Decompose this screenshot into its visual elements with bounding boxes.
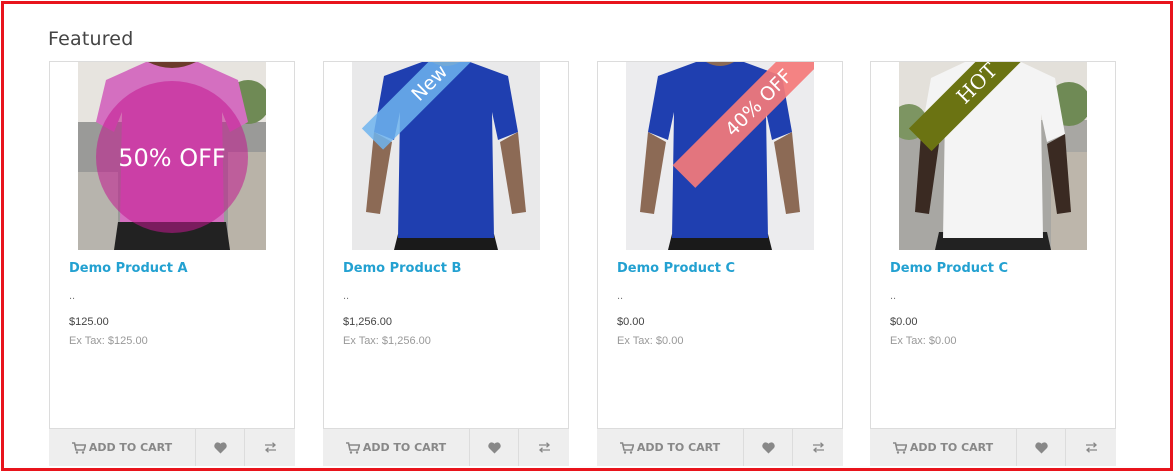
featured-module: Featured 50% OFF Demo Product A .. $125.… <box>1 1 1173 471</box>
product-price: $1,256.00 <box>343 316 392 328</box>
product-description: .. <box>890 290 897 302</box>
add-to-cart-button[interactable]: ADD TO CART <box>597 429 744 466</box>
section-title: Featured <box>48 28 134 50</box>
add-to-cart-button[interactable]: ADD TO CART <box>323 429 470 466</box>
product-tax: Ex Tax: $125.00 <box>69 335 148 347</box>
cart-icon <box>71 441 86 454</box>
product-card: 40% OFF Demo Product C .. $0.00 Ex Tax: … <box>597 61 843 466</box>
heart-icon <box>1034 441 1048 454</box>
product-price: $0.00 <box>890 316 918 328</box>
product-actions: ADD TO CART <box>49 428 295 466</box>
add-to-cart-label: ADD TO CART <box>636 441 721 454</box>
wishlist-button[interactable] <box>744 429 793 466</box>
product-name-link[interactable]: Demo Product A <box>69 261 188 276</box>
compare-icon <box>812 442 825 453</box>
compare-icon <box>1085 442 1098 453</box>
product-actions: ADD TO CART <box>323 428 569 466</box>
product-photo: New <box>352 62 540 250</box>
product-tax: Ex Tax: $0.00 <box>617 335 684 347</box>
product-card: 50% OFF Demo Product A .. $125.00 Ex Tax… <box>49 61 295 466</box>
product-price: $0.00 <box>617 316 645 328</box>
product-name-link[interactable]: Demo Product C <box>617 261 735 276</box>
product-actions: ADD TO CART <box>597 428 843 466</box>
heart-icon <box>761 441 775 454</box>
wishlist-button[interactable] <box>196 429 245 466</box>
heart-icon <box>487 441 501 454</box>
product-image[interactable]: 40% OFF <box>626 62 814 250</box>
compare-button[interactable] <box>245 429 295 466</box>
product-card: New Demo Product B .. $1,256.00 Ex Tax: … <box>323 61 569 466</box>
cart-icon <box>619 441 634 454</box>
product-description: .. <box>617 290 624 302</box>
product-price: $125.00 <box>69 316 109 328</box>
product-photo: 40% OFF <box>626 62 814 250</box>
product-tax: Ex Tax: $1,256.00 <box>343 335 431 347</box>
product-description: .. <box>69 290 76 302</box>
add-to-cart-button[interactable]: ADD TO CART <box>49 429 196 466</box>
wishlist-button[interactable] <box>1017 429 1066 466</box>
product-image[interactable]: New <box>352 62 540 250</box>
add-to-cart-label: ADD TO CART <box>88 441 173 454</box>
wishlist-button[interactable] <box>470 429 519 466</box>
add-to-cart-label: ADD TO CART <box>362 441 447 454</box>
product-image[interactable]: 50% OFF <box>78 62 266 250</box>
product-photo: 50% OFF <box>78 62 266 250</box>
add-to-cart-button[interactable]: ADD TO CART <box>870 429 1017 466</box>
compare-icon <box>264 442 277 453</box>
product-card: HOT Demo Product C .. $0.00 Ex Tax: $0.0… <box>870 61 1116 466</box>
cart-icon <box>345 441 360 454</box>
product-name-link[interactable]: Demo Product B <box>343 261 461 276</box>
product-photo: HOT <box>899 62 1087 250</box>
product-badge-text: 50% OFF <box>118 144 225 172</box>
compare-button[interactable] <box>793 429 843 466</box>
product-image[interactable]: HOT <box>899 62 1087 250</box>
product-description: .. <box>343 290 350 302</box>
heart-icon <box>213 441 227 454</box>
add-to-cart-label: ADD TO CART <box>909 441 994 454</box>
compare-icon <box>538 442 551 453</box>
product-tax: Ex Tax: $0.00 <box>890 335 957 347</box>
compare-button[interactable] <box>1066 429 1116 466</box>
product-actions: ADD TO CART <box>870 428 1116 466</box>
compare-button[interactable] <box>519 429 569 466</box>
product-name-link[interactable]: Demo Product C <box>890 261 1008 276</box>
cart-icon <box>892 441 907 454</box>
